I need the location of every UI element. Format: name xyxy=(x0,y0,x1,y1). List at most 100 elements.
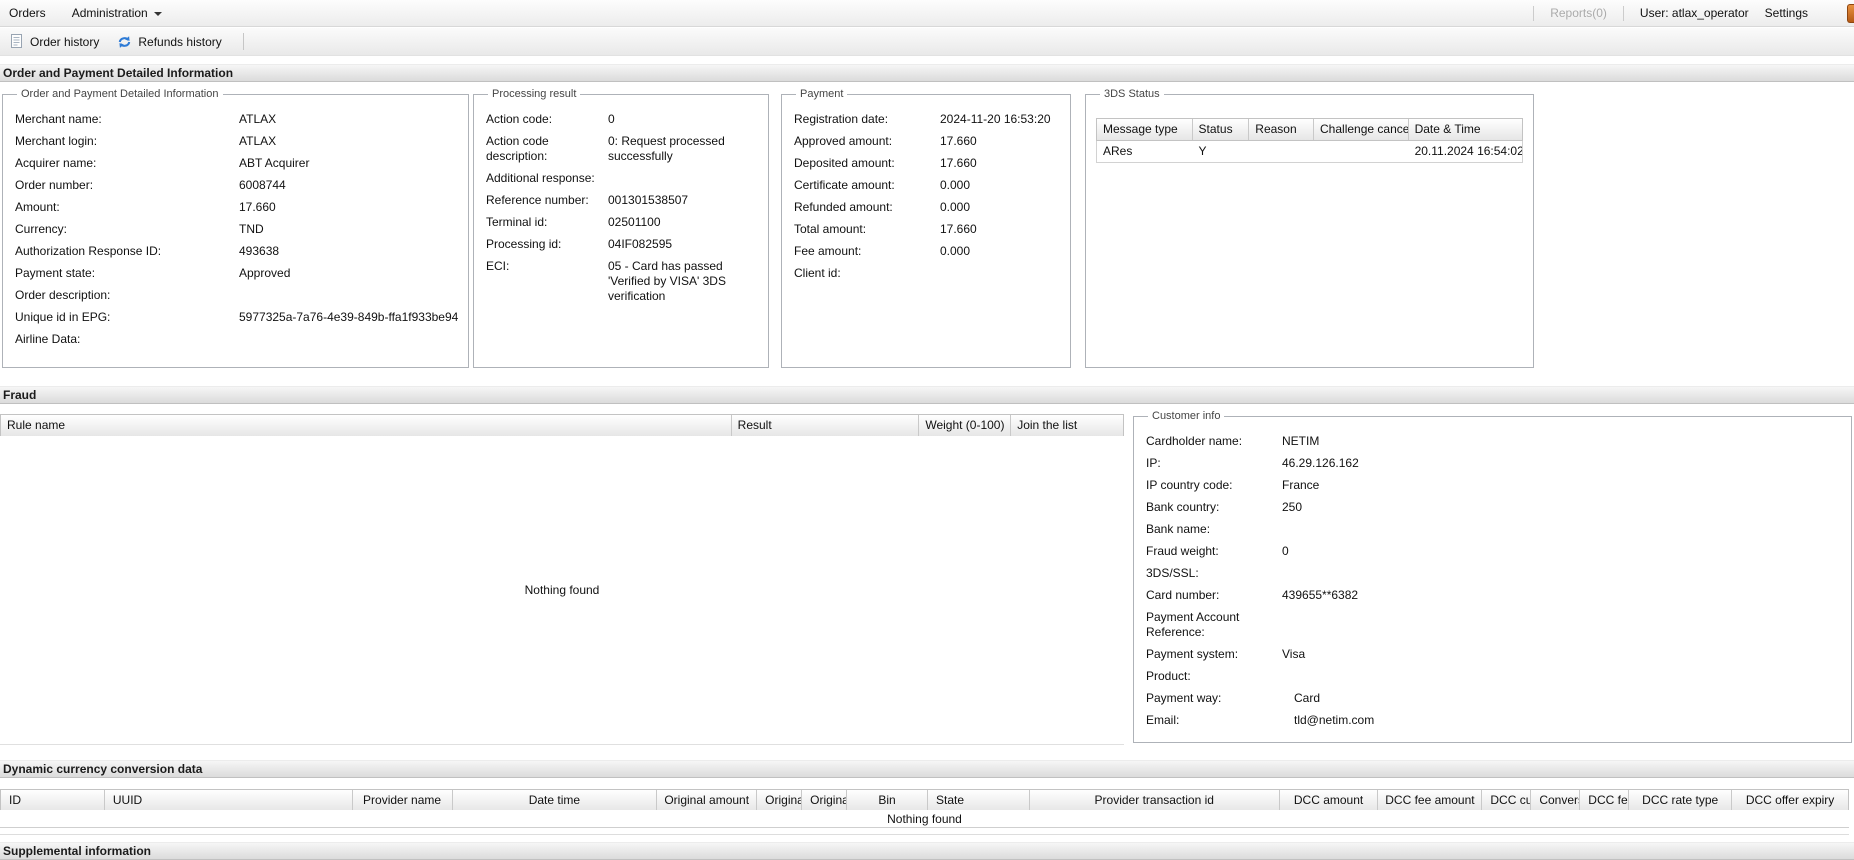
field-label: Registration date: xyxy=(794,112,889,126)
field-label: Order description: xyxy=(15,288,111,302)
field-label: Client id: xyxy=(794,266,841,280)
field-label: Payment Account Reference: xyxy=(1146,610,1240,639)
field-value: ATLAX xyxy=(239,134,277,148)
field-value: Approved xyxy=(239,266,291,280)
logout-icon[interactable] xyxy=(1847,4,1854,23)
cell-status: Y xyxy=(1198,144,1207,158)
threeds-table-header: Message type Status Reason Challenge can… xyxy=(1096,118,1523,141)
field-row: Card number: 439655**6382 xyxy=(1144,588,1841,603)
field-value: 17.660 xyxy=(940,134,977,148)
col-header: DCC rate type xyxy=(1629,790,1733,811)
section-header-supplemental: Supplemental information xyxy=(0,842,1854,860)
order-history-button[interactable]: Order history xyxy=(4,30,110,53)
field-row: Fee amount: 0.000 xyxy=(792,244,1060,259)
col-header: Join the list xyxy=(1017,418,1078,432)
field-row: Total amount: 17.660 xyxy=(792,222,1060,237)
field-row: Registration date: 2024-11-20 16:53:20 xyxy=(792,112,1060,127)
field-row: IP: 46.29.126.162 xyxy=(1144,456,1841,471)
col-header: Weight (0-100) xyxy=(919,415,1012,436)
user-label: User: atlax_operator xyxy=(1639,6,1749,20)
field-row: Cardholder name: NETIM xyxy=(1144,434,1841,449)
col-header: Conversi xyxy=(1531,790,1581,811)
menu-orders-label: Orders xyxy=(9,6,46,20)
field-label: IP country code: xyxy=(1146,478,1233,492)
menu-administration[interactable]: Administration xyxy=(59,6,175,20)
field-label: Fee amount: xyxy=(794,244,862,258)
field-value xyxy=(1282,522,1841,537)
field-value: 46.29.126.162 xyxy=(1282,456,1359,470)
refunds-history-button[interactable]: Refunds history xyxy=(110,31,232,53)
field-row: IP country code: France xyxy=(1144,478,1841,493)
field-row: Email: tld@netim.com xyxy=(1144,713,1841,728)
divider xyxy=(242,33,244,50)
field-value: ABT Acquirer xyxy=(239,156,310,170)
field-label: IP: xyxy=(1146,456,1161,470)
field-value: France xyxy=(1282,478,1320,492)
field-row: Additional response: xyxy=(484,171,758,186)
col-header: Status xyxy=(1193,119,1250,140)
field-row: Payment way: Card xyxy=(1144,691,1841,706)
customer-info-legend: Customer info xyxy=(1152,410,1221,422)
section-header-fraud: Fraud xyxy=(0,386,1854,404)
section-header-order: Order and Payment Detailed Information xyxy=(0,64,1854,82)
field-label: Unique id in EPG: xyxy=(15,310,111,324)
field-row: Client id: xyxy=(792,266,1060,281)
order-details-panel: Order and Payment Detailed Information M… xyxy=(2,88,470,368)
field-row: Amount: 17.660 xyxy=(13,200,458,215)
menubar: Orders Administration Reports(0) User: a… xyxy=(0,0,1854,27)
field-row: Action code description: 0: Request proce… xyxy=(484,134,758,164)
field-value: 17.660 xyxy=(940,156,977,170)
field-label: Additional response: xyxy=(486,171,595,185)
field-value: 5977325a-7a76-4e39-849b-ffa1f933be94 xyxy=(239,310,459,324)
field-row: Reference number: 001301538507 xyxy=(484,193,758,208)
field-value xyxy=(940,266,1060,281)
order-details-legend: Order and Payment Detailed Information xyxy=(21,88,219,100)
threeds-table: Message type Status Reason Challenge can… xyxy=(1096,118,1523,163)
col-header: Challenge cancel xyxy=(1314,119,1409,140)
dcc-table-body: Nothing found xyxy=(0,810,1849,828)
table-row: ARes Y 20.11.2024 16:54:02 xyxy=(1096,141,1523,163)
field-label: Email: xyxy=(1146,713,1180,727)
field-label: Merchant login: xyxy=(15,134,98,148)
field-row: Acquirer name: ABT Acquirer xyxy=(13,156,458,171)
field-value: 493638 xyxy=(239,244,280,258)
menu-orders[interactable]: Orders xyxy=(0,6,59,20)
field-value: TND xyxy=(239,222,264,236)
field-row: Product: xyxy=(1144,669,1841,684)
fraud-empty-message: Nothing found xyxy=(524,583,600,597)
field-row: Refunded amount: 0.000 xyxy=(792,200,1060,215)
col-header: Date time xyxy=(453,790,658,811)
field-label: Terminal id: xyxy=(486,215,548,229)
menu-reports[interactable]: Reports(0) xyxy=(1550,6,1607,20)
field-row: Bank country: 250 xyxy=(1144,500,1841,515)
col-header: State xyxy=(928,790,1030,811)
field-label: Bank country: xyxy=(1146,500,1220,514)
field-value: 0.000 xyxy=(940,200,971,214)
field-row: Airline Data: xyxy=(13,332,458,347)
payment-legend: Payment xyxy=(800,88,844,100)
field-row: Payment Account Reference: xyxy=(1144,610,1841,640)
field-label: Airline Data: xyxy=(15,332,81,346)
fraud-table-body: Nothing found xyxy=(0,436,1124,745)
field-label: Merchant name: xyxy=(15,112,102,126)
field-value: 0: Request processed successfully xyxy=(608,134,725,163)
field-value: 02501100 xyxy=(608,215,661,229)
field-row: Authorization Response ID: 493638 xyxy=(13,244,458,259)
chevron-down-icon xyxy=(153,12,162,16)
field-row: 3DS/SSL: xyxy=(1144,566,1841,581)
field-label: Deposited amount: xyxy=(794,156,895,170)
col-header: Date & Time xyxy=(1414,122,1481,136)
menu-administration-label: Administration xyxy=(71,6,148,20)
field-value xyxy=(1282,669,1841,684)
col-header: DCC offer expiry xyxy=(1745,793,1835,807)
threeds-status-panel: 3DS Status Message type Status Reason Ch… xyxy=(1085,88,1534,368)
refunds-history-icon xyxy=(117,35,132,49)
field-label: Cardholder name: xyxy=(1146,434,1243,448)
field-row: Processing id: 04IF082595 xyxy=(484,237,758,252)
cell-message-type: ARes xyxy=(1103,144,1133,158)
field-label: Payment way: xyxy=(1146,691,1222,705)
menu-settings[interactable]: Settings xyxy=(1765,6,1808,20)
field-row: Terminal id: 02501100 xyxy=(484,215,758,230)
col-header: Result xyxy=(732,415,920,436)
field-row: Payment state: Approved xyxy=(13,266,458,281)
